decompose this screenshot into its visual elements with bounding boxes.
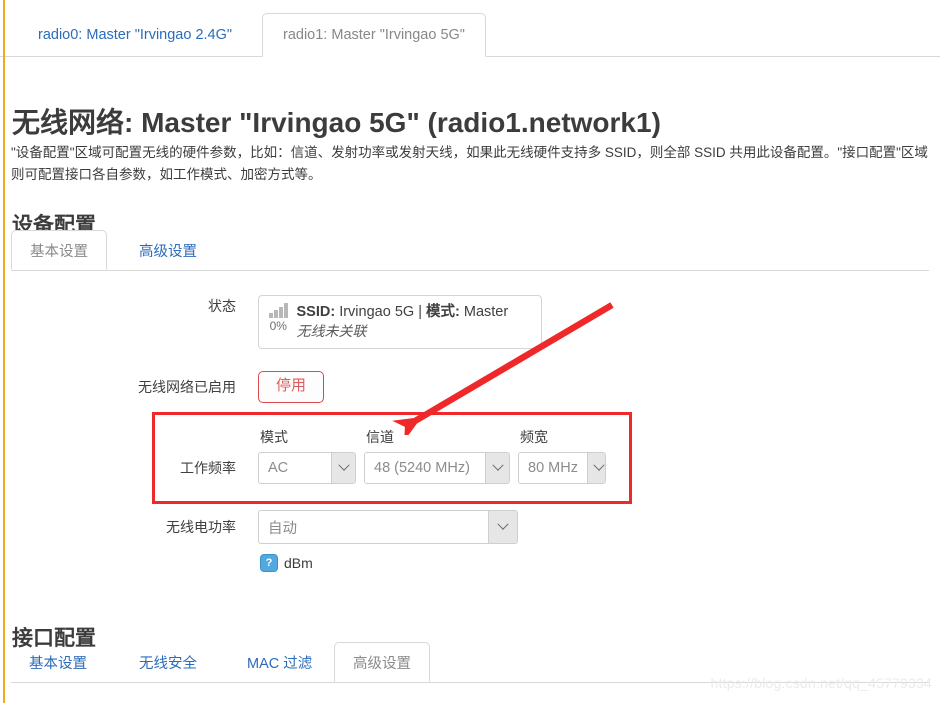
transmit-power-controls: 自动 ? dBm (258, 510, 518, 572)
radio-tab-bar: radio0: Master "Irvingao 2.4G" radio1: M… (0, 0, 940, 57)
transmit-power-row: 无线电功率 自动 ? dBm (112, 510, 518, 572)
radio-tab-radio1-label: radio1: Master "Irvingao 5G" (283, 27, 465, 43)
channel-select-chevron-down-icon[interactable] (485, 453, 509, 483)
status-detail-line: 无线未关联 (296, 323, 367, 339)
wireless-enabled-label: 无线网络已启用 (138, 379, 236, 395)
signal-strength-indicator: 0% (269, 302, 288, 333)
channel-caption: 信道 (366, 429, 394, 445)
mode-value: Master (463, 304, 509, 320)
help-icon[interactable]: ? (260, 554, 278, 572)
transmit-power-chevron-down-icon[interactable] (488, 511, 517, 543)
signal-bars-icon (269, 303, 288, 318)
left-accent-rail (3, 0, 5, 703)
mode-select-chevron-down-icon[interactable] (331, 453, 355, 483)
radio-tab-radio0[interactable]: radio0: Master "Irvingao 2.4G" (18, 13, 252, 57)
signal-percent: 0% (269, 319, 287, 333)
status-label: 状态 (208, 298, 236, 314)
watermark-text: https://blog.csdn.net/qq_45779334 (710, 675, 932, 691)
mode-select-value: AC (268, 460, 289, 476)
status-text-block: SSID: Irvingao 5G | 模式: Master 无线未关联 (297, 302, 509, 341)
interface-tab-basic[interactable]: 基本设置 (11, 642, 105, 682)
status-separator: | (418, 304, 422, 320)
mode-key: 模式: (426, 304, 460, 320)
transmit-power-select-value: 自动 (268, 520, 297, 537)
wireless-status-box: 0% SSID: Irvingao 5G | 模式: Master 无线未关联 (258, 295, 542, 349)
device-tab-basic[interactable]: 基本设置 (11, 230, 107, 270)
page-description: "设备配置"区域可配置无线的硬件参数，比如：信道、发射功率或发射天线，如果此无线… (11, 144, 928, 182)
mode-field: 模式 AC (258, 427, 356, 484)
device-tab-advanced-label: 高级设置 (139, 243, 197, 260)
interface-tab-security[interactable]: 无线安全 (121, 642, 215, 682)
interface-tab-advanced[interactable]: 高级设置 (334, 642, 430, 682)
interface-tab-basic-label: 基本设置 (29, 655, 87, 672)
transmit-power-select[interactable]: 自动 (258, 510, 518, 544)
dbm-unit-label: dBm (284, 555, 313, 571)
bandwidth-select[interactable]: 80 MHz (518, 452, 606, 484)
radio-tab-radio1[interactable]: radio1: Master "Irvingao 5G" (262, 13, 486, 57)
frequency-fields: 模式 AC 信道 48 (5240 MHz) 频宽 80 MHz (258, 427, 606, 484)
transmit-power-label: 无线电功率 (166, 519, 236, 535)
dbm-unit-line: ? dBm (258, 554, 518, 572)
channel-select-value: 48 (5240 MHz) (374, 460, 470, 476)
device-tab-advanced[interactable]: 高级设置 (121, 230, 215, 270)
interface-tab-security-label: 无线安全 (139, 655, 197, 672)
wireless-enable-row: 无线网络已启用 停用 (112, 370, 325, 404)
ssid-value: Irvingao 5G (339, 304, 415, 320)
device-tab-basic-label: 基本设置 (30, 243, 88, 260)
interface-tab-advanced-label: 高级设置 (353, 655, 411, 672)
device-config-tab-bar: 基本设置 高级设置 (11, 230, 929, 271)
interface-tab-mac-filter[interactable]: MAC 过滤 (229, 642, 330, 682)
wireless-config-page: radio0: Master "Irvingao 2.4G" radio1: M… (0, 0, 940, 703)
operating-frequency-row: 工作频率 模式 AC 信道 48 (5240 MHz) 频宽 80 MHz (112, 427, 606, 484)
channel-select[interactable]: 48 (5240 MHz) (364, 452, 510, 484)
operating-frequency-label: 工作频率 (180, 460, 236, 476)
bandwidth-select-chevron-down-icon[interactable] (586, 453, 605, 483)
channel-field: 信道 48 (5240 MHz) (364, 427, 510, 484)
bandwidth-field: 频宽 80 MHz (518, 427, 606, 484)
page-title: 无线网络: Master "Irvingao 5G" (radio1.netwo… (12, 106, 661, 138)
bandwidth-caption: 频宽 (520, 429, 548, 445)
status-row: 状态 0% SSID: Irvingao 5G | 模式: Master 无线未… (112, 295, 542, 349)
mode-select[interactable]: AC (258, 452, 356, 484)
ssid-key: SSID: (296, 304, 336, 320)
bandwidth-select-value: 80 MHz (528, 460, 578, 476)
disable-wireless-button[interactable]: 停用 (258, 371, 325, 403)
status-summary-line: SSID: Irvingao 5G | 模式: Master (297, 302, 509, 322)
interface-tab-mac-filter-label: MAC 过滤 (247, 655, 313, 672)
radio-tab-radio0-label: radio0: Master "Irvingao 2.4G" (38, 27, 233, 43)
mode-caption: 模式 (260, 429, 288, 445)
